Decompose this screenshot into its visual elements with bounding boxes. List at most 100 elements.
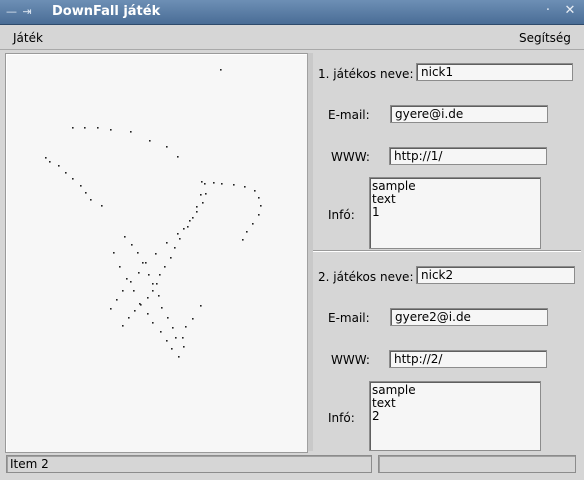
canvas-dot [149, 140, 151, 142]
canvas-dot [242, 239, 244, 241]
section-divider [313, 250, 581, 252]
canvas-dot [147, 313, 149, 315]
canvas-dot [192, 217, 194, 219]
status-bar-right [378, 455, 576, 473]
canvas-dot [113, 252, 115, 254]
canvas-dot [116, 299, 118, 301]
player2-www-input[interactable]: http://2/ [389, 350, 547, 368]
canvas-dot [252, 223, 254, 225]
canvas-dot [85, 192, 87, 194]
canvas-dot [189, 220, 191, 222]
canvas-dot [84, 127, 86, 129]
canvas-dot [179, 238, 181, 240]
canvas-dot [258, 197, 260, 199]
canvas-dot [142, 262, 144, 264]
canvas-dot [171, 348, 173, 350]
canvas-dot [166, 146, 168, 148]
canvas-dot [122, 290, 124, 292]
canvas-dot [130, 131, 132, 133]
canvas-dot [258, 214, 260, 216]
player1-name-input[interactable]: nick1 [416, 63, 573, 81]
player2-name-input[interactable]: nick2 [416, 266, 575, 284]
player2-info-textarea[interactable]: sample text 2 [369, 381, 541, 451]
player1-info-textarea[interactable]: sample text 1 [369, 177, 541, 249]
canvas-dot [246, 231, 248, 233]
player2-email-input[interactable]: gyere2@i.de [390, 308, 548, 326]
title-bar: — ⇥ DownFall játék · ✕ [0, 0, 584, 25]
canvas-dot [45, 157, 47, 159]
canvas-dot [148, 274, 150, 276]
canvas-dot [192, 318, 194, 320]
canvas-dot [170, 257, 172, 259]
canvas-dot [177, 156, 179, 158]
shade-button[interactable]: · [540, 3, 556, 19]
canvas-dot [147, 297, 149, 299]
canvas-dot [172, 327, 174, 329]
menu-segitseg[interactable]: Segítség [519, 31, 571, 45]
canvas-dot [159, 274, 161, 276]
canvas-dot [174, 247, 176, 249]
canvas-dot [185, 326, 187, 328]
canvas-dot [244, 186, 246, 188]
player2-email-label: E-mail: [328, 311, 370, 325]
canvas-dot [124, 236, 126, 238]
player2-info-label: Infó: [328, 411, 355, 425]
game-canvas[interactable] [5, 53, 308, 453]
player1-email-input[interactable]: gyere@i.de [390, 105, 548, 123]
canvas-dot [205, 193, 207, 195]
canvas-dot [133, 290, 135, 292]
canvas-dot [130, 281, 132, 283]
canvas-dot [167, 317, 169, 319]
status-bar-text: Item 2 [6, 455, 372, 473]
dot-drawing [45, 69, 262, 358]
canvas-dot [177, 233, 179, 235]
canvas-dot [220, 69, 222, 71]
canvas-dot [97, 127, 99, 129]
canvas-dot [156, 283, 158, 285]
canvas-dot [158, 295, 160, 297]
canvas-dot [110, 308, 112, 310]
canvas-dot [187, 226, 189, 228]
canvas-dot [178, 356, 180, 358]
canvas-dot [152, 322, 154, 324]
canvas-dot [139, 303, 141, 305]
canvas-dot [101, 205, 103, 207]
canvas-dot [49, 161, 51, 163]
canvas-dot [138, 272, 140, 274]
canvas-dot [175, 337, 177, 339]
canvas-dot [196, 206, 198, 208]
canvas-dot [200, 305, 202, 307]
canvas-dot [122, 325, 124, 327]
canvas-dot [145, 262, 147, 264]
player1-www-label: WWW: [331, 150, 370, 164]
canvas-dot [166, 242, 168, 244]
canvas-dot [131, 244, 133, 246]
canvas-dot [260, 205, 262, 207]
canvas-dot [221, 183, 223, 185]
menu-jatek[interactable]: Játék [13, 31, 43, 45]
canvas-dot [128, 317, 130, 319]
canvas-dot [213, 182, 215, 184]
canvas-dot [58, 165, 60, 167]
canvas-dot [183, 228, 185, 230]
canvas-dot [134, 310, 136, 312]
window-menu-icon[interactable]: — ⇥ [6, 5, 33, 18]
canvas-dot [160, 331, 162, 333]
canvas-dot [204, 183, 206, 185]
player2-name-label: 2. játékos neve: [318, 270, 414, 284]
canvas-dot [137, 252, 139, 254]
canvas-dot [202, 202, 204, 204]
menu-bar: Játék Segítség [0, 25, 584, 50]
canvas-dot [161, 307, 163, 309]
player1-name-label: 1. játékos neve: [318, 67, 414, 81]
canvas-dot [196, 211, 198, 213]
canvas-dot [152, 283, 154, 285]
player1-info-label: Infó: [328, 208, 355, 222]
canvas-dot [164, 266, 166, 268]
canvas-dot [155, 253, 157, 255]
canvas-dot [72, 127, 74, 129]
canvas-dot [254, 190, 256, 192]
player1-www-input[interactable]: http://1/ [389, 147, 547, 165]
canvas-dot [200, 194, 202, 196]
close-icon[interactable]: ✕ [562, 3, 578, 19]
